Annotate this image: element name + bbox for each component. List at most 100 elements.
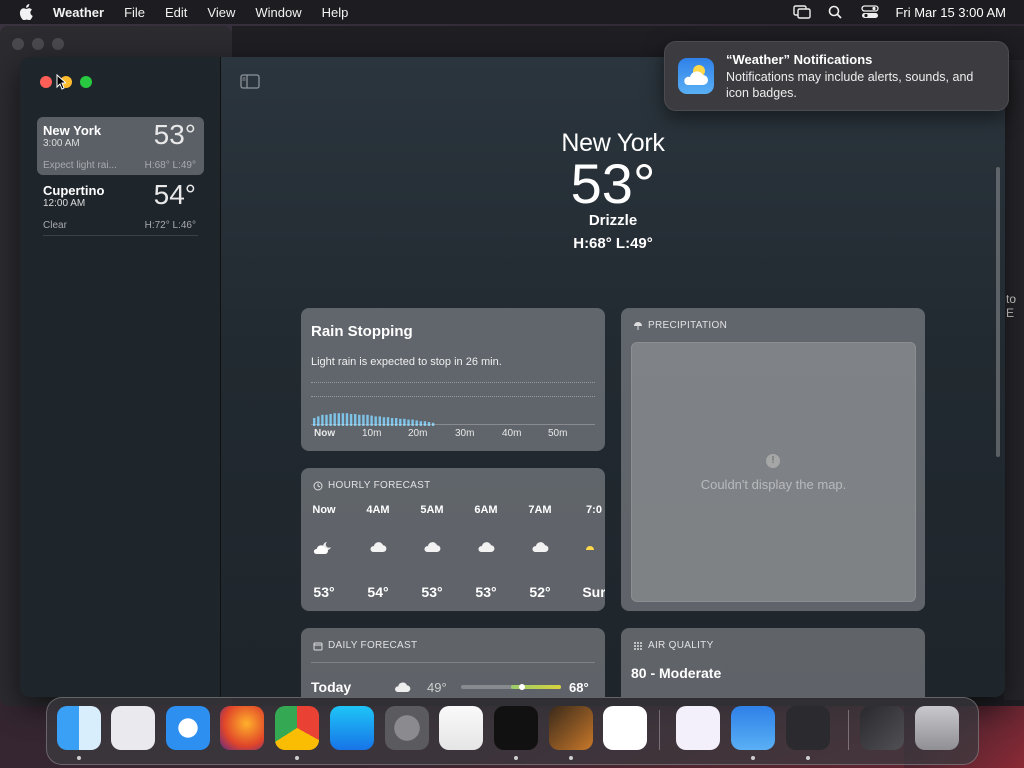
menu-file[interactable]: File — [124, 5, 145, 20]
menu-datetime[interactable]: Fri Mar 15 3:00 AM — [895, 5, 1006, 20]
air-quality-header-label: AIR QUALITY — [648, 640, 714, 651]
umbrella-icon — [634, 321, 642, 330]
rain-chart-gridline — [311, 382, 595, 384]
hero-hilo: H:68° L:49° — [573, 235, 653, 252]
menu-help[interactable]: Help — [322, 5, 349, 20]
dock-app-unity-hub[interactable] — [786, 706, 830, 750]
menu-view[interactable]: View — [207, 5, 235, 20]
dock-app-safari[interactable] — [166, 706, 210, 750]
notification-banner[interactable]: “Weather” Notifications Notifications ma… — [664, 41, 1009, 111]
tick-label: Now — [314, 428, 336, 439]
location-temp: 54° — [153, 179, 196, 210]
hourly-temp: 53° — [421, 584, 443, 600]
location-condition: Clear — [43, 220, 67, 231]
precipitation-header-label: PRECIPITATION — [648, 320, 728, 331]
dock-app-terminal[interactable] — [494, 706, 538, 750]
rain-stopping-card[interactable]: Rain Stopping Light rain is expected to … — [301, 308, 605, 451]
window-controls — [40, 76, 92, 88]
divider — [43, 235, 198, 236]
weather-window: New York 3:00 AM 53° Expect light rai...… — [20, 57, 1005, 697]
apple-icon[interactable] — [19, 4, 33, 20]
rain-title: Rain Stopping — [311, 323, 413, 340]
rain-chart-gridline — [311, 396, 595, 398]
hourly-time: 7AM — [528, 504, 552, 516]
weather-main: New York 53° Drizzle H:68° L:49° Rain St… — [221, 57, 1005, 697]
dock-app-chrome[interactable] — [275, 706, 319, 750]
location-condition: Expect light rai... — [43, 160, 117, 171]
divider — [311, 662, 595, 663]
dock-app-visual-studio-code[interactable] — [603, 706, 647, 750]
dock-separator — [848, 710, 849, 750]
background-window-text: to E — [1006, 292, 1017, 320]
menu-edit[interactable]: Edit — [165, 5, 187, 20]
hourly-temp: 54° — [367, 584, 389, 600]
running-indicator — [751, 756, 755, 760]
calendar-icon — [313, 642, 323, 650]
dock-app-textedit[interactable] — [439, 706, 483, 750]
map-error-message: Couldn't display the map. — [700, 477, 847, 492]
control-center-icon[interactable] — [861, 5, 880, 19]
running-indicator — [77, 756, 81, 760]
sidebar-item-cupertino[interactable]: Cupertino 12:00 AM 54° Clear H:72° L:46° — [37, 177, 204, 236]
location-hilo: H:72° L:46° — [144, 220, 196, 231]
cloud-icon — [395, 682, 411, 692]
dock-app-system-settings[interactable] — [385, 706, 429, 750]
daily-forecast-card[interactable]: DAILY FORECAST Today 49° 68° — [301, 628, 605, 697]
dock-app-finder[interactable] — [57, 706, 101, 750]
dock-app-visual-studio[interactable] — [676, 706, 720, 750]
hourly-time: Now — [312, 504, 336, 516]
menu-window[interactable]: Window — [255, 5, 301, 20]
notification-title: “Weather” Notifications — [726, 52, 873, 67]
tick-label: 40m — [502, 428, 522, 439]
tick-label: 30m — [455, 428, 475, 439]
running-indicator — [806, 756, 810, 760]
weather-app-icon — [678, 58, 714, 94]
running-indicator — [514, 756, 518, 760]
hero-condition: Drizzle — [588, 212, 638, 229]
location-name: New York — [43, 123, 102, 138]
hourly-temp: Sur — [582, 584, 605, 600]
precipitation-header: PRECIPITATION — [633, 320, 727, 331]
dock-app-launchpad[interactable] — [111, 706, 155, 750]
tick-label: 50m — [548, 428, 568, 439]
search-icon[interactable] — [827, 5, 845, 19]
info-icon: ! — [766, 454, 780, 468]
air-quality-header: AIR QUALITY — [633, 640, 714, 651]
dock-app-preview[interactable] — [860, 706, 904, 750]
dock-app-weather[interactable] — [731, 706, 775, 750]
zoom-button[interactable] — [80, 76, 92, 88]
air-quality-value: 80 - Moderate — [631, 665, 722, 681]
air-quality-card[interactable]: AIR QUALITY 80 - Moderate — [621, 628, 925, 697]
daily-high: 68° — [569, 680, 589, 695]
menu-app-name[interactable]: Weather — [53, 5, 104, 20]
close-button[interactable] — [40, 76, 52, 88]
dock — [46, 697, 979, 765]
rain-chart-baseline — [311, 424, 595, 426]
clock-icon — [313, 481, 323, 490]
hourly-temp: 52° — [529, 584, 551, 600]
mouse-cursor-icon — [56, 74, 66, 90]
dock-app-firefox[interactable] — [220, 706, 264, 750]
screen-mirroring-icon[interactable] — [793, 5, 812, 19]
hourly-header-label: HOURLY FORECAST — [328, 480, 431, 491]
daily-header: DAILY FORECAST — [313, 640, 417, 651]
running-indicator — [569, 756, 573, 760]
dock-app-garageband[interactable] — [549, 706, 593, 750]
hourly-header: HOURLY FORECAST — [313, 480, 430, 491]
sunrise-icon — [572, 540, 605, 558]
scrollbar[interactable] — [996, 167, 1000, 457]
cloud-icon — [464, 540, 508, 558]
dock-app-app-store[interactable] — [330, 706, 374, 750]
notification-body: Notifications may include alerts, sounds… — [726, 70, 974, 100]
sidebar-toggle-icon[interactable] — [240, 74, 260, 89]
hourly-time: 4AM — [366, 504, 390, 516]
dock-app-trash[interactable] — [915, 706, 959, 750]
precipitation-card[interactable]: PRECIPITATION ! Couldn't display the map… — [621, 308, 925, 611]
location-time: 3:00 AM — [43, 138, 80, 149]
hero-temp: 53° — [570, 152, 656, 215]
precipitation-map[interactable]: ! Couldn't display the map. — [631, 342, 916, 602]
hourly-time: 6AM — [474, 504, 498, 516]
current-temp-dot — [519, 684, 525, 690]
sidebar-item-new-york[interactable]: New York 3:00 AM 53° Expect light rai...… — [37, 117, 204, 175]
hourly-forecast-card[interactable]: HOURLY FORECAST Now 53° 4AM 54° 5AM 53° 6AM 53°… — [301, 468, 605, 611]
